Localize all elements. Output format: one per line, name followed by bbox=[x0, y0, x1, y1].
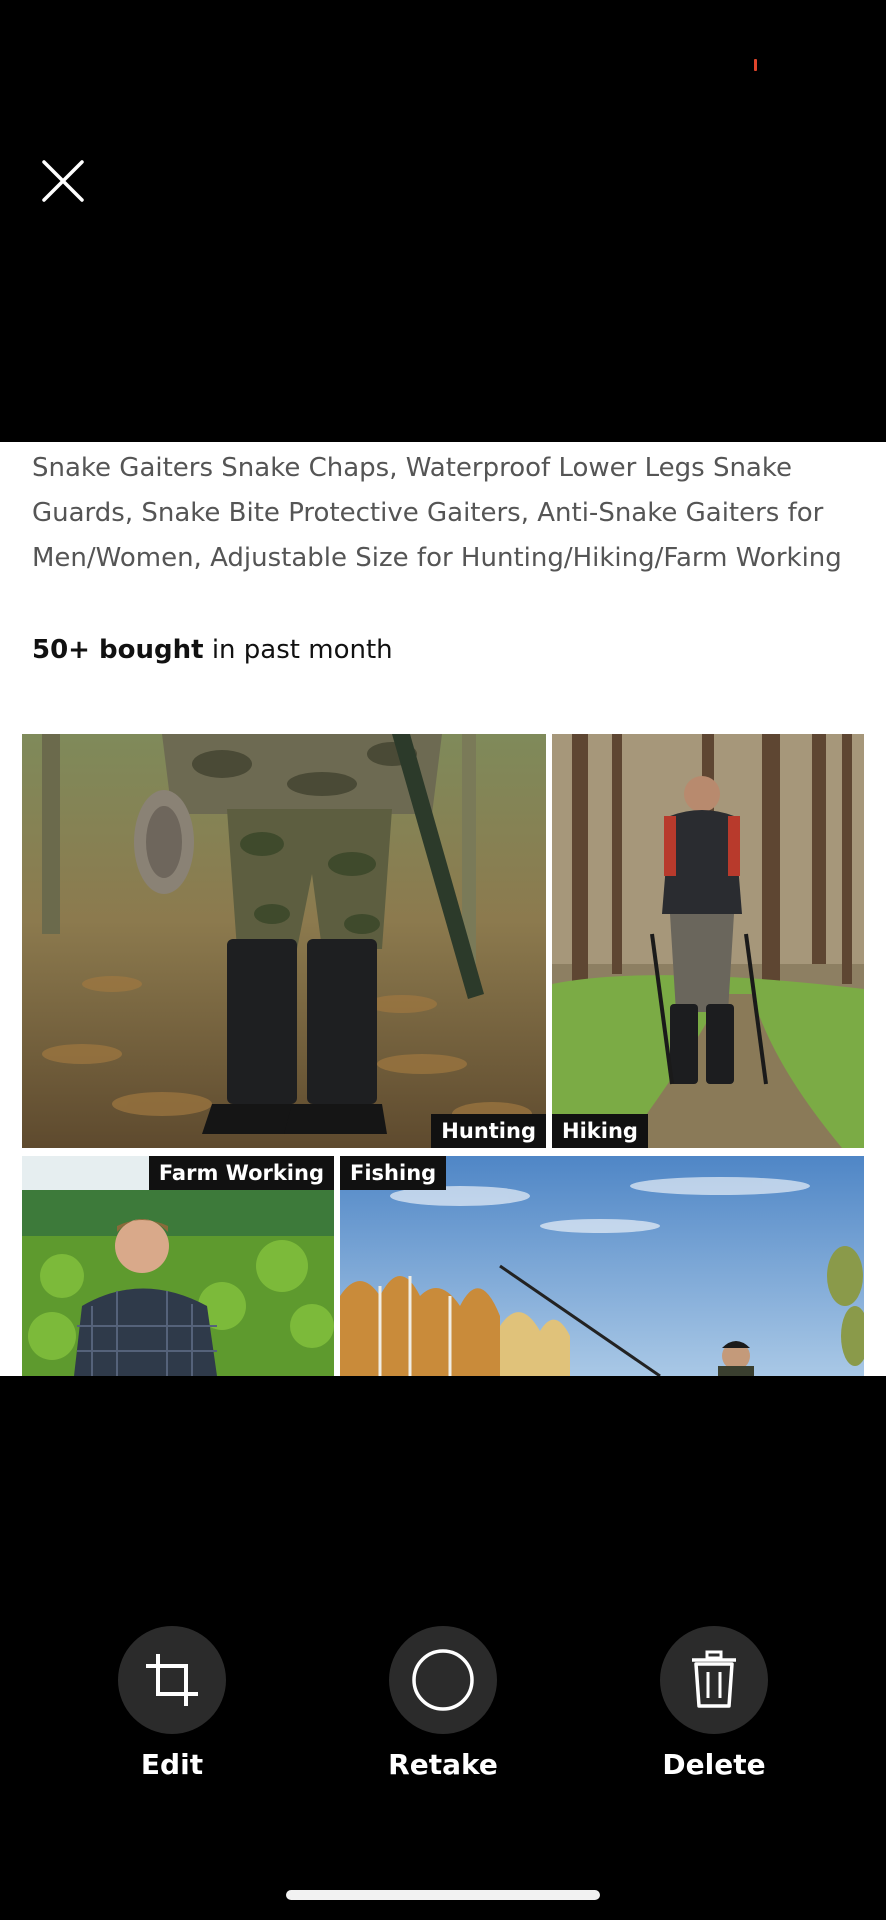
captured-photo: Snake Gaiters Snake Chaps, Waterproof Lo… bbox=[0, 442, 886, 1376]
close-button[interactable] bbox=[40, 158, 86, 204]
trash-icon bbox=[692, 1650, 736, 1708]
hiking-label: Hiking bbox=[552, 1114, 648, 1148]
fishing-image: Fishing bbox=[340, 1156, 864, 1376]
hunting-image: Hunting bbox=[22, 734, 546, 1148]
circle-icon bbox=[412, 1649, 474, 1711]
edit-label: Edit bbox=[140, 1748, 204, 1781]
farm-working-image: Farm Working bbox=[22, 1156, 334, 1376]
delete-label: Delete bbox=[662, 1748, 766, 1781]
retake-button-circle[interactable] bbox=[389, 1626, 497, 1734]
product-title: Snake Gaiters Snake Chaps, Waterproof Lo… bbox=[32, 453, 842, 573]
delete-button[interactable]: Delete bbox=[634, 1626, 794, 1781]
retake-label: Retake bbox=[388, 1748, 498, 1781]
close-icon bbox=[42, 160, 84, 202]
farm-working-label: Farm Working bbox=[148, 1156, 334, 1190]
edit-button-circle[interactable] bbox=[118, 1626, 226, 1734]
delete-button-circle[interactable] bbox=[660, 1626, 768, 1734]
bought-count: 50+ bought in past month bbox=[32, 635, 393, 665]
crop-icon bbox=[146, 1654, 198, 1706]
hiking-image: Hiking bbox=[552, 734, 864, 1148]
bought-count-bold: 50+ bought bbox=[32, 635, 204, 665]
status-indicator bbox=[754, 59, 757, 71]
home-indicator[interactable] bbox=[286, 1890, 600, 1900]
fishing-label: Fishing bbox=[340, 1156, 447, 1190]
retake-button[interactable]: Retake bbox=[363, 1626, 523, 1781]
bought-count-suffix: in past month bbox=[203, 635, 393, 665]
hunting-label: Hunting bbox=[431, 1114, 546, 1148]
edit-button[interactable]: Edit bbox=[92, 1626, 252, 1781]
